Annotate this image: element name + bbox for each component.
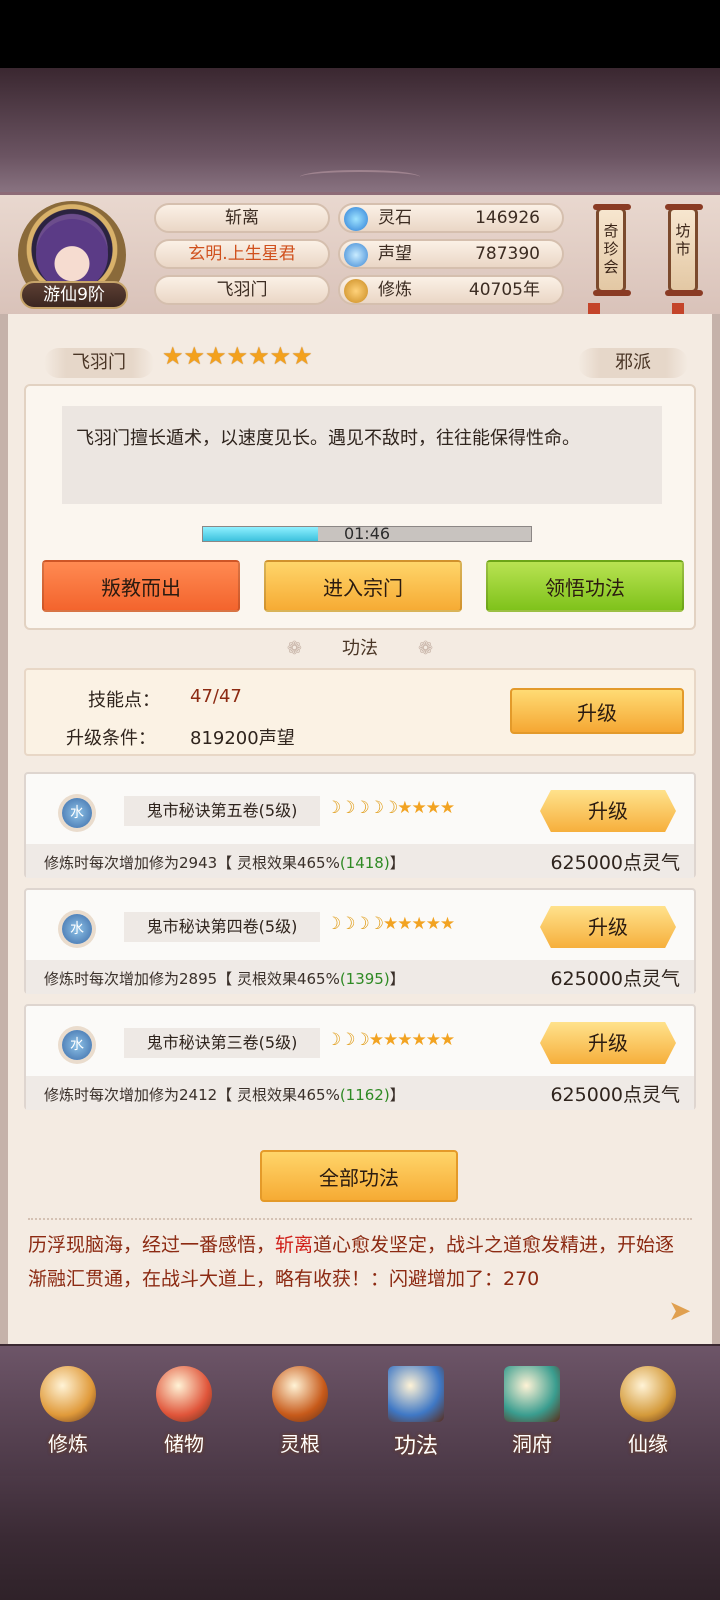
bottom-background — [0, 1476, 720, 1600]
top-banner — [0, 68, 720, 194]
water-element-icon: 水 — [62, 914, 92, 944]
technique-cost: 625000点灵气 — [550, 968, 680, 990]
technique-effect: 修炼时每次增加修为2943【 灵根效果465%(1418)】 — [44, 854, 405, 872]
skill-points-value: 47/47 — [190, 686, 242, 707]
nav-techniques[interactable]: 功法 — [366, 1358, 466, 1468]
sect-card: 飞羽门擅长遁术，以速度见长。遇见不敌时，往往能保得性命。 01:46 叛教而出 … — [24, 384, 696, 630]
nav-storage[interactable]: 储物 — [134, 1358, 234, 1468]
player-title: 玄明.上生星君 — [154, 239, 330, 269]
gourd-icon — [620, 1366, 676, 1422]
meditation-icon — [344, 279, 368, 303]
resource-prestige: 声望 787390 — [338, 239, 564, 269]
technique-name: 鬼市秘诀第四卷(5级) — [124, 912, 320, 942]
sect-stars: ★★★★★★★ — [162, 342, 313, 370]
resource-spirit-stone: 灵石 146926 — [338, 203, 564, 233]
technique-row: 水 鬼市秘诀第四卷(5级) ☽☽☽☽★★★★★ 升级 修炼时每次增加修为2895… — [24, 888, 696, 994]
technique-upgrade-button[interactable]: 升级 — [540, 790, 676, 832]
event-log: 历浮现脑海，经过一番感悟，斩离道心愈发坚定，战斗之道愈发精进，开始逐渐融汇贯通，… — [28, 1234, 675, 1290]
nav-cave[interactable]: 洞府 — [482, 1358, 582, 1468]
cave-icon — [504, 1366, 560, 1422]
sect-timer-bar: 01:46 — [202, 524, 532, 543]
player-name: 斩离 — [154, 203, 330, 233]
all-techniques-button[interactable]: 全部功法 — [260, 1150, 458, 1202]
sect-description: 飞羽门擅长遁术，以速度见长。遇见不敌时，往往能保得性命。 — [62, 406, 662, 504]
water-element-icon: 水 — [62, 798, 92, 828]
bag-icon — [156, 1366, 212, 1422]
upgrade-condition-label: 升级条件： — [66, 728, 156, 749]
sect-skill-panel: 飞羽门 ★★★★★★★ 邪派 飞羽门擅长遁术，以速度见长。遇见不敌时，往往能保得… — [0, 314, 720, 1344]
cultivate-icon — [40, 1366, 96, 1422]
crystal-icon — [344, 207, 368, 231]
technique-rating: ☽☽☽★★★★★★ — [326, 1030, 455, 1050]
faction-label: 邪派 — [578, 348, 688, 378]
technique-info-bar: 修炼时每次增加修为2412【 灵根效果465%(1162)】 625000点灵气 — [26, 1076, 694, 1110]
enter-sect-button[interactable]: 进入宗门 — [264, 560, 462, 612]
sect-name-label: 飞羽门 — [44, 348, 154, 378]
book-icon — [388, 1366, 444, 1422]
bottom-nav: 修炼 储物 灵根 功法 洞府 仙缘 — [0, 1344, 720, 1476]
skill-points-card: 技能点： 47/47 升级条件： 819200声望 升级 — [24, 668, 696, 756]
water-element-icon: 水 — [62, 1030, 92, 1060]
next-arrow-icon[interactable]: ➤ — [668, 1294, 691, 1327]
player-sect: 飞羽门 — [154, 275, 330, 305]
resource-cultivation: 修炼 40705年 — [338, 275, 564, 305]
technique-info-bar: 修炼时每次增加修为2943【 灵根效果465%(1418)】 625000点灵气 — [26, 844, 694, 878]
skill-points-label: 技能点： — [88, 690, 160, 711]
technique-name: 鬼市秘诀第五卷(5级) — [124, 796, 320, 826]
technique-rating: ☽☽☽☽☽★★★★ — [326, 798, 455, 818]
technique-info-bar: 修炼时每次增加修为2895【 灵根效果465%(1395)】 625000点灵气 — [26, 960, 694, 994]
technique-effect: 修炼时每次增加修为2412【 灵根效果465%(1162)】 — [44, 1086, 405, 1104]
flame-icon — [344, 243, 368, 267]
spirit-root-icon — [272, 1366, 328, 1422]
treasure-pavilion-button[interactable]: 奇珍会 — [593, 204, 631, 296]
market-button[interactable]: 坊市 — [665, 204, 703, 296]
upgrade-skill-points-button[interactable]: 升级 — [510, 688, 684, 734]
timer-text: 01:46 — [343, 524, 391, 543]
technique-rating: ☽☽☽☽★★★★★ — [326, 914, 455, 934]
technique-upgrade-button[interactable]: 升级 — [540, 906, 676, 948]
skills-section-title: 功法 — [8, 634, 712, 660]
divider — [28, 1218, 692, 1220]
player-header: 游仙9阶 斩离 玄明.上生星君 飞羽门 灵石 146926 声望 787390 … — [0, 192, 720, 325]
upgrade-condition-value: 819200声望 — [190, 728, 295, 749]
technique-cost: 625000点灵气 — [550, 852, 680, 874]
technique-upgrade-button[interactable]: 升级 — [540, 1022, 676, 1064]
technique-cost: 625000点灵气 — [550, 1084, 680, 1106]
betray-sect-button[interactable]: 叛教而出 — [42, 560, 240, 612]
nav-spirit-root[interactable]: 灵根 — [250, 1358, 350, 1468]
technique-row: 水 鬼市秘诀第三卷(5级) ☽☽☽★★★★★★ 升级 修炼时每次增加修为2412… — [24, 1004, 696, 1110]
technique-name: 鬼市秘诀第三卷(5级) — [124, 1028, 320, 1058]
technique-row: 水 鬼市秘诀第五卷(5级) ☽☽☽☽☽★★★★ 升级 修炼时每次增加修为2943… — [24, 772, 696, 878]
comprehend-skill-button[interactable]: 领悟功法 — [486, 560, 684, 612]
nav-fortune[interactable]: 仙缘 — [598, 1358, 698, 1468]
player-rank: 游仙9阶 — [20, 281, 128, 309]
nav-cultivate[interactable]: 修炼 — [18, 1358, 118, 1468]
status-bar-area — [0, 0, 720, 68]
technique-effect: 修炼时每次增加修为2895【 灵根效果465%(1395)】 — [44, 970, 405, 988]
